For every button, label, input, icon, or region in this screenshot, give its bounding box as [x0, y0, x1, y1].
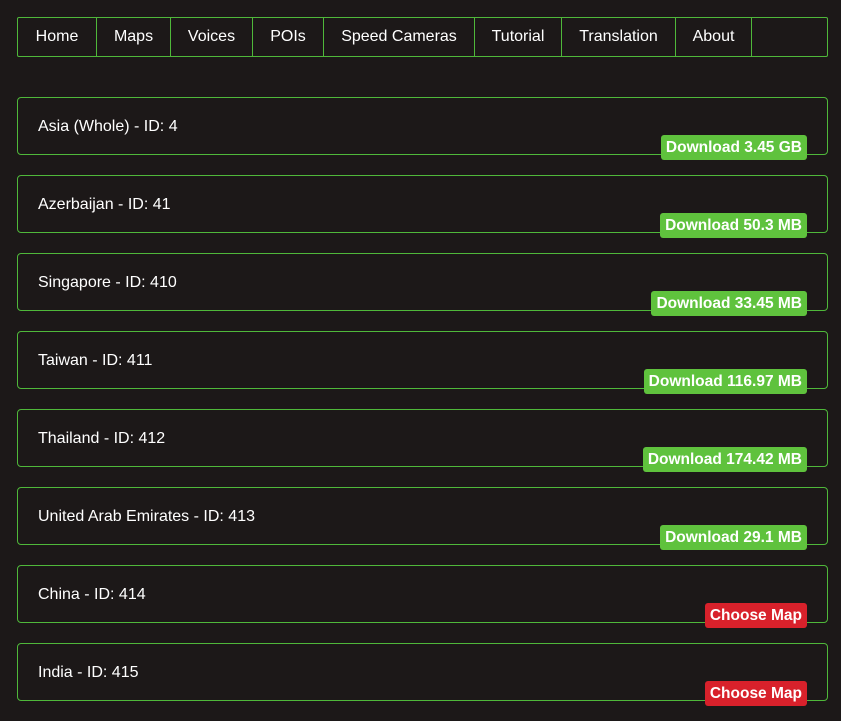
- nav-translation[interactable]: Translation: [562, 18, 676, 56]
- map-title: Singapore - ID: 410: [38, 274, 177, 291]
- nav-speed-cameras[interactable]: Speed Cameras: [324, 18, 475, 56]
- map-card-asia: Asia (Whole) - ID: 4 Download 3.45 GB: [17, 97, 828, 160]
- map-card-thailand: Thailand - ID: 412 Download 174.42 MB: [17, 409, 828, 472]
- nav-home[interactable]: Home: [18, 18, 97, 56]
- download-button[interactable]: Download 174.42 MB: [642, 447, 807, 472]
- download-button[interactable]: Download 33.45 MB: [651, 291, 807, 316]
- download-button[interactable]: Download 3.45 GB: [660, 135, 807, 160]
- nav-about[interactable]: About: [676, 18, 752, 56]
- map-title: Taiwan - ID: 411: [38, 352, 153, 369]
- map-title: Thailand - ID: 412: [38, 430, 166, 447]
- map-card-india: India - ID: 415 Choose Map: [17, 643, 828, 706]
- map-list: Asia (Whole) - ID: 4 Download 3.45 GB Az…: [17, 97, 828, 721]
- map-title: India - ID: 415: [38, 664, 139, 681]
- choose-map-button[interactable]: Choose Map: [704, 681, 807, 706]
- map-title: Asia (Whole) - ID: 4: [38, 118, 178, 135]
- map-title: Azerbaijan - ID: 41: [38, 196, 171, 213]
- map-card-taiwan: Taiwan - ID: 411 Download 116.97 MB: [17, 331, 828, 394]
- nav-voices[interactable]: Voices: [171, 18, 253, 56]
- download-button[interactable]: Download 29.1 MB: [660, 525, 807, 550]
- nav-tutorial[interactable]: Tutorial: [475, 18, 562, 56]
- top-nav: Home Maps Voices POIs Speed Cameras Tuto…: [17, 17, 828, 57]
- map-title: China - ID: 414: [38, 586, 146, 603]
- map-card-uae: United Arab Emirates - ID: 413 Download …: [17, 487, 828, 550]
- nav-maps[interactable]: Maps: [97, 18, 171, 56]
- map-card-singapore: Singapore - ID: 410 Download 33.45 MB: [17, 253, 828, 316]
- nav-pois[interactable]: POIs: [253, 18, 324, 56]
- map-title: United Arab Emirates - ID: 413: [38, 508, 255, 525]
- download-button[interactable]: Download 116.97 MB: [643, 369, 807, 394]
- map-card-china: China - ID: 414 Choose Map: [17, 565, 828, 628]
- map-card-azerbaijan: Azerbaijan - ID: 41 Download 50.3 MB: [17, 175, 828, 238]
- choose-map-button[interactable]: Choose Map: [704, 603, 807, 628]
- download-button[interactable]: Download 50.3 MB: [660, 213, 807, 238]
